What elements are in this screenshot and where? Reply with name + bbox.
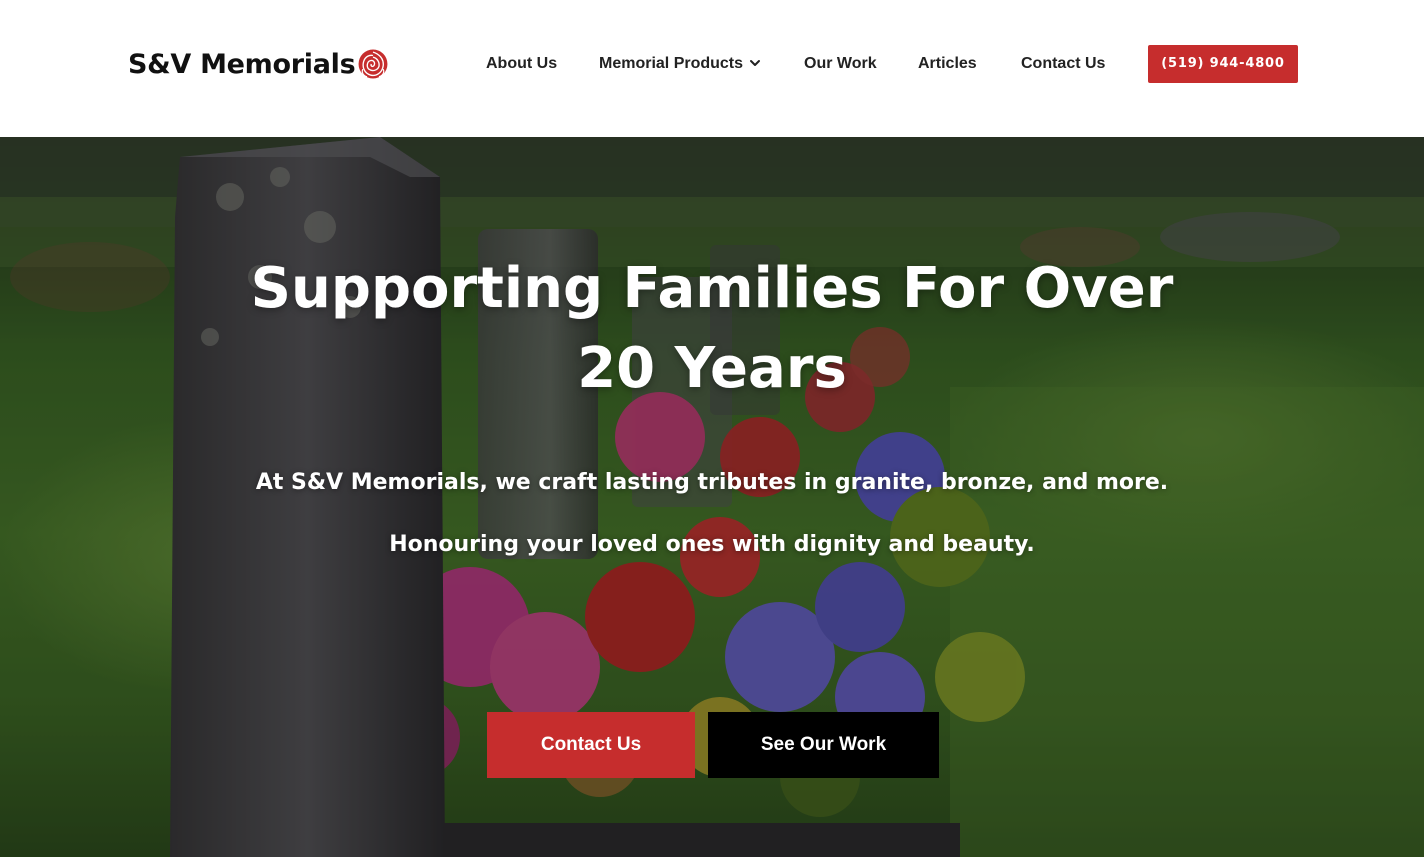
chevron-down-icon (750, 59, 761, 66)
site-header: S&V Memorials About Us Memorial Products… (0, 0, 1424, 137)
see-our-work-button[interactable]: See Our Work (708, 712, 939, 778)
nav-item-contact-us[interactable]: Contact Us (1021, 52, 1105, 76)
hero-subtitle-1: At S&V Memorials, we craft lasting tribu… (255, 470, 1169, 495)
contact-us-button[interactable]: Contact Us (487, 712, 695, 778)
hero-subtitle-2: Honouring your loved ones with dignity a… (389, 532, 1035, 557)
nav-item-label: Memorial Products (599, 55, 744, 72)
nav-item-articles[interactable]: Articles (918, 52, 977, 76)
nav-item-our-work[interactable]: Our Work (804, 52, 877, 76)
rose-icon (358, 49, 388, 79)
nav-item-memorial-products[interactable]: Memorial Products (599, 52, 761, 76)
site-logo[interactable]: S&V Memorials (128, 44, 390, 84)
hero-section: Supporting Families For Over 20 Years At… (0, 137, 1424, 857)
nav-item-about-us[interactable]: About Us (486, 52, 557, 76)
phone-button[interactable]: (519) 944-4800 (1148, 45, 1298, 83)
hero-title: Supporting Families For Over 20 Years (250, 256, 1174, 401)
logo-text: S&V Memorials (128, 48, 356, 80)
